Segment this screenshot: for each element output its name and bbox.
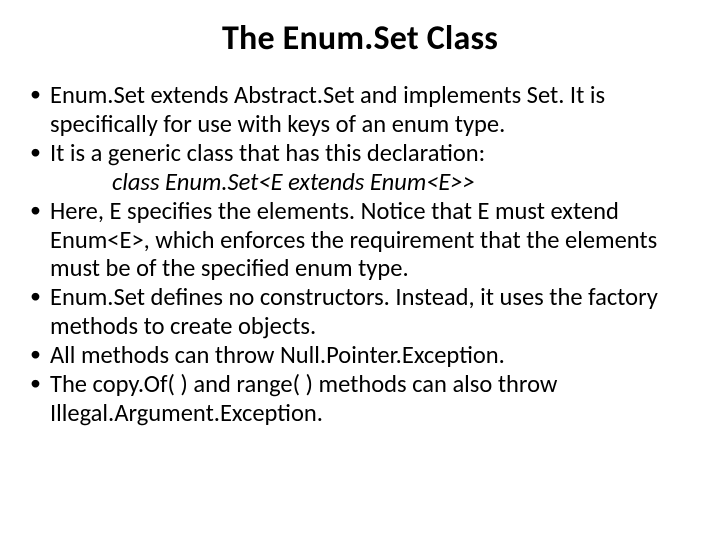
bullet-text: Enum.Set defines no constructors. Instea… xyxy=(50,282,658,341)
bullet-text: Enum.Set extends Abstract.Set and implem… xyxy=(50,80,605,139)
code-line: class Enum.Set<E extends Enum<E>> xyxy=(50,168,692,197)
bullet-text: The copy.Of( ) and range( ) methods can … xyxy=(50,369,557,428)
bullet-text: Here, E specifies the elements. Notice t… xyxy=(50,196,657,284)
list-item: All methods can throw Null.Pointer.Excep… xyxy=(28,341,692,370)
bullet-text: All methods can throw Null.Pointer.Excep… xyxy=(50,340,505,370)
list-item: It is a generic class that has this decl… xyxy=(28,139,692,197)
list-item: Enum.Set extends Abstract.Set and implem… xyxy=(28,81,692,139)
list-item: Enum.Set defines no constructors. Instea… xyxy=(28,283,692,341)
bullet-text: It is a generic class that has this decl… xyxy=(50,138,485,168)
list-item: Here, E specifies the elements. Notice t… xyxy=(28,197,692,284)
list-item: The copy.Of( ) and range( ) methods can … xyxy=(28,370,692,428)
bullet-list: Enum.Set extends Abstract.Set and implem… xyxy=(28,81,692,428)
slide: The Enum.Set Class Enum.Set extends Abst… xyxy=(0,0,720,540)
slide-title: The Enum.Set Class xyxy=(28,18,692,59)
